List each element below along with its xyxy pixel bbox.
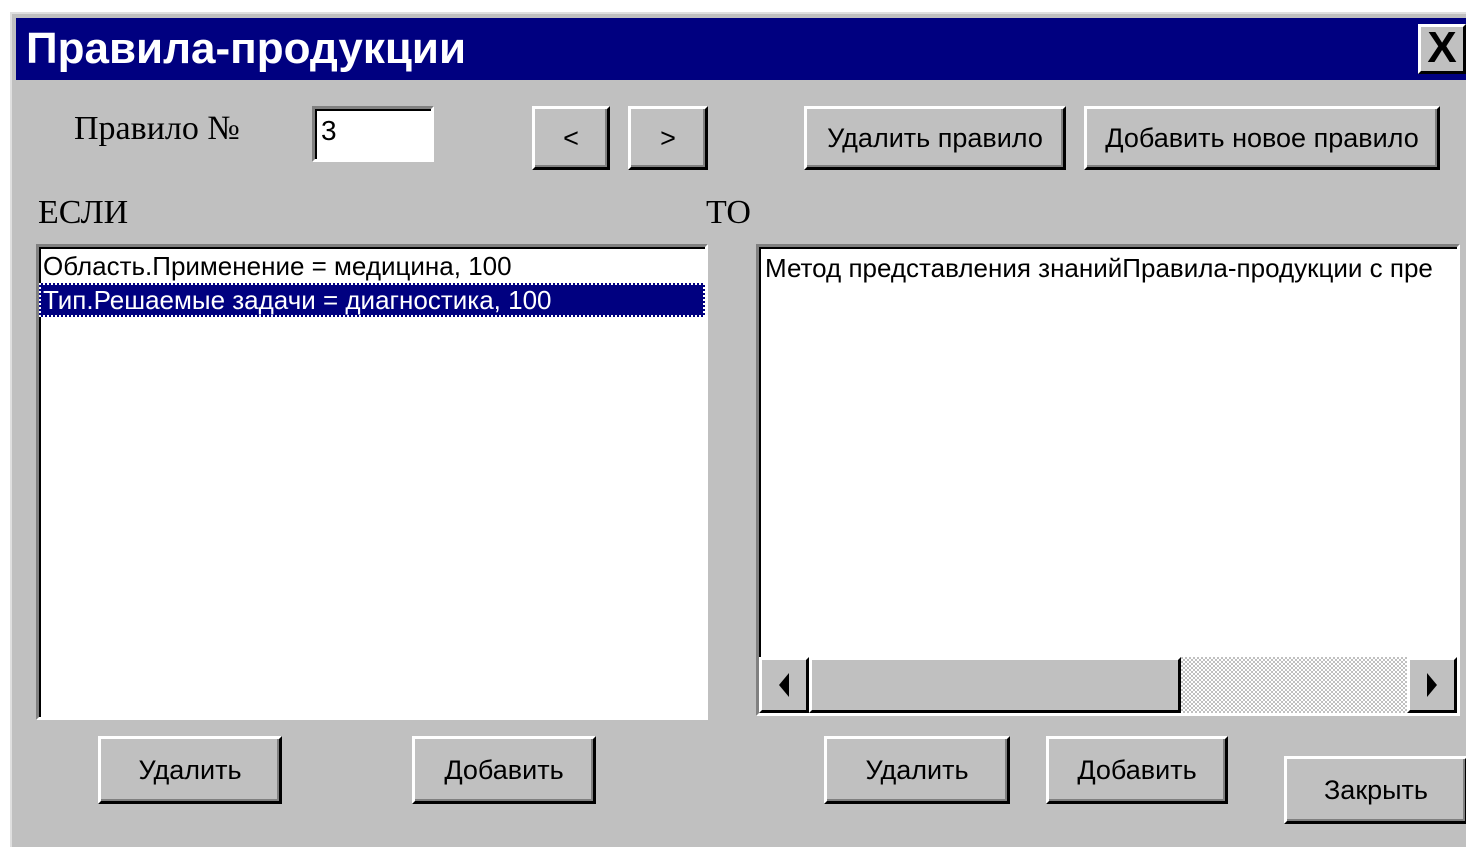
next-rule-button[interactable]: > [628, 106, 708, 170]
scroll-left-arrow-icon[interactable] [759, 657, 809, 713]
dialog-window: Правила-продукции X Правило № 3 < > Удал… [10, 12, 1466, 847]
then-conclusions-box[interactable]: Метод представления знанийПравила-продук… [756, 244, 1460, 716]
scrollbar-thumb[interactable] [809, 657, 1181, 713]
then-conclusion-text: Метод представления знанийПравила-продук… [765, 253, 1433, 283]
if-delete-button[interactable]: Удалить [98, 736, 282, 804]
title-bar: Правила-продукции X [16, 18, 1466, 80]
if-add-button[interactable]: Добавить [412, 736, 596, 804]
delete-rule-button[interactable]: Удалить правило [804, 106, 1066, 170]
scroll-right-arrow-icon[interactable] [1407, 657, 1457, 713]
horizontal-scrollbar[interactable] [759, 657, 1457, 713]
rule-number-input[interactable]: 3 [312, 106, 434, 162]
if-conditions-list[interactable]: Область.Применение = медицина, 100 Тип.Ре… [36, 244, 708, 720]
window-title: Правила-продукции [26, 24, 466, 73]
close-window-button[interactable]: X [1418, 24, 1466, 74]
previous-rule-button[interactable]: < [532, 106, 610, 170]
then-add-button[interactable]: Добавить [1046, 736, 1228, 804]
rule-number-label: Правило № [74, 110, 240, 147]
close-button[interactable]: Закрыть [1284, 756, 1466, 824]
if-condition-item[interactable]: Тип.Решаемые задачи = диагностика, 100 [39, 283, 705, 317]
if-condition-item[interactable]: Область.Применение = медицина, 100 [39, 249, 705, 283]
then-delete-button[interactable]: Удалить [824, 736, 1010, 804]
then-label: ТО [706, 194, 751, 231]
if-label: ЕСЛИ [38, 194, 129, 231]
add-new-rule-button[interactable]: Добавить новое правило [1084, 106, 1440, 170]
